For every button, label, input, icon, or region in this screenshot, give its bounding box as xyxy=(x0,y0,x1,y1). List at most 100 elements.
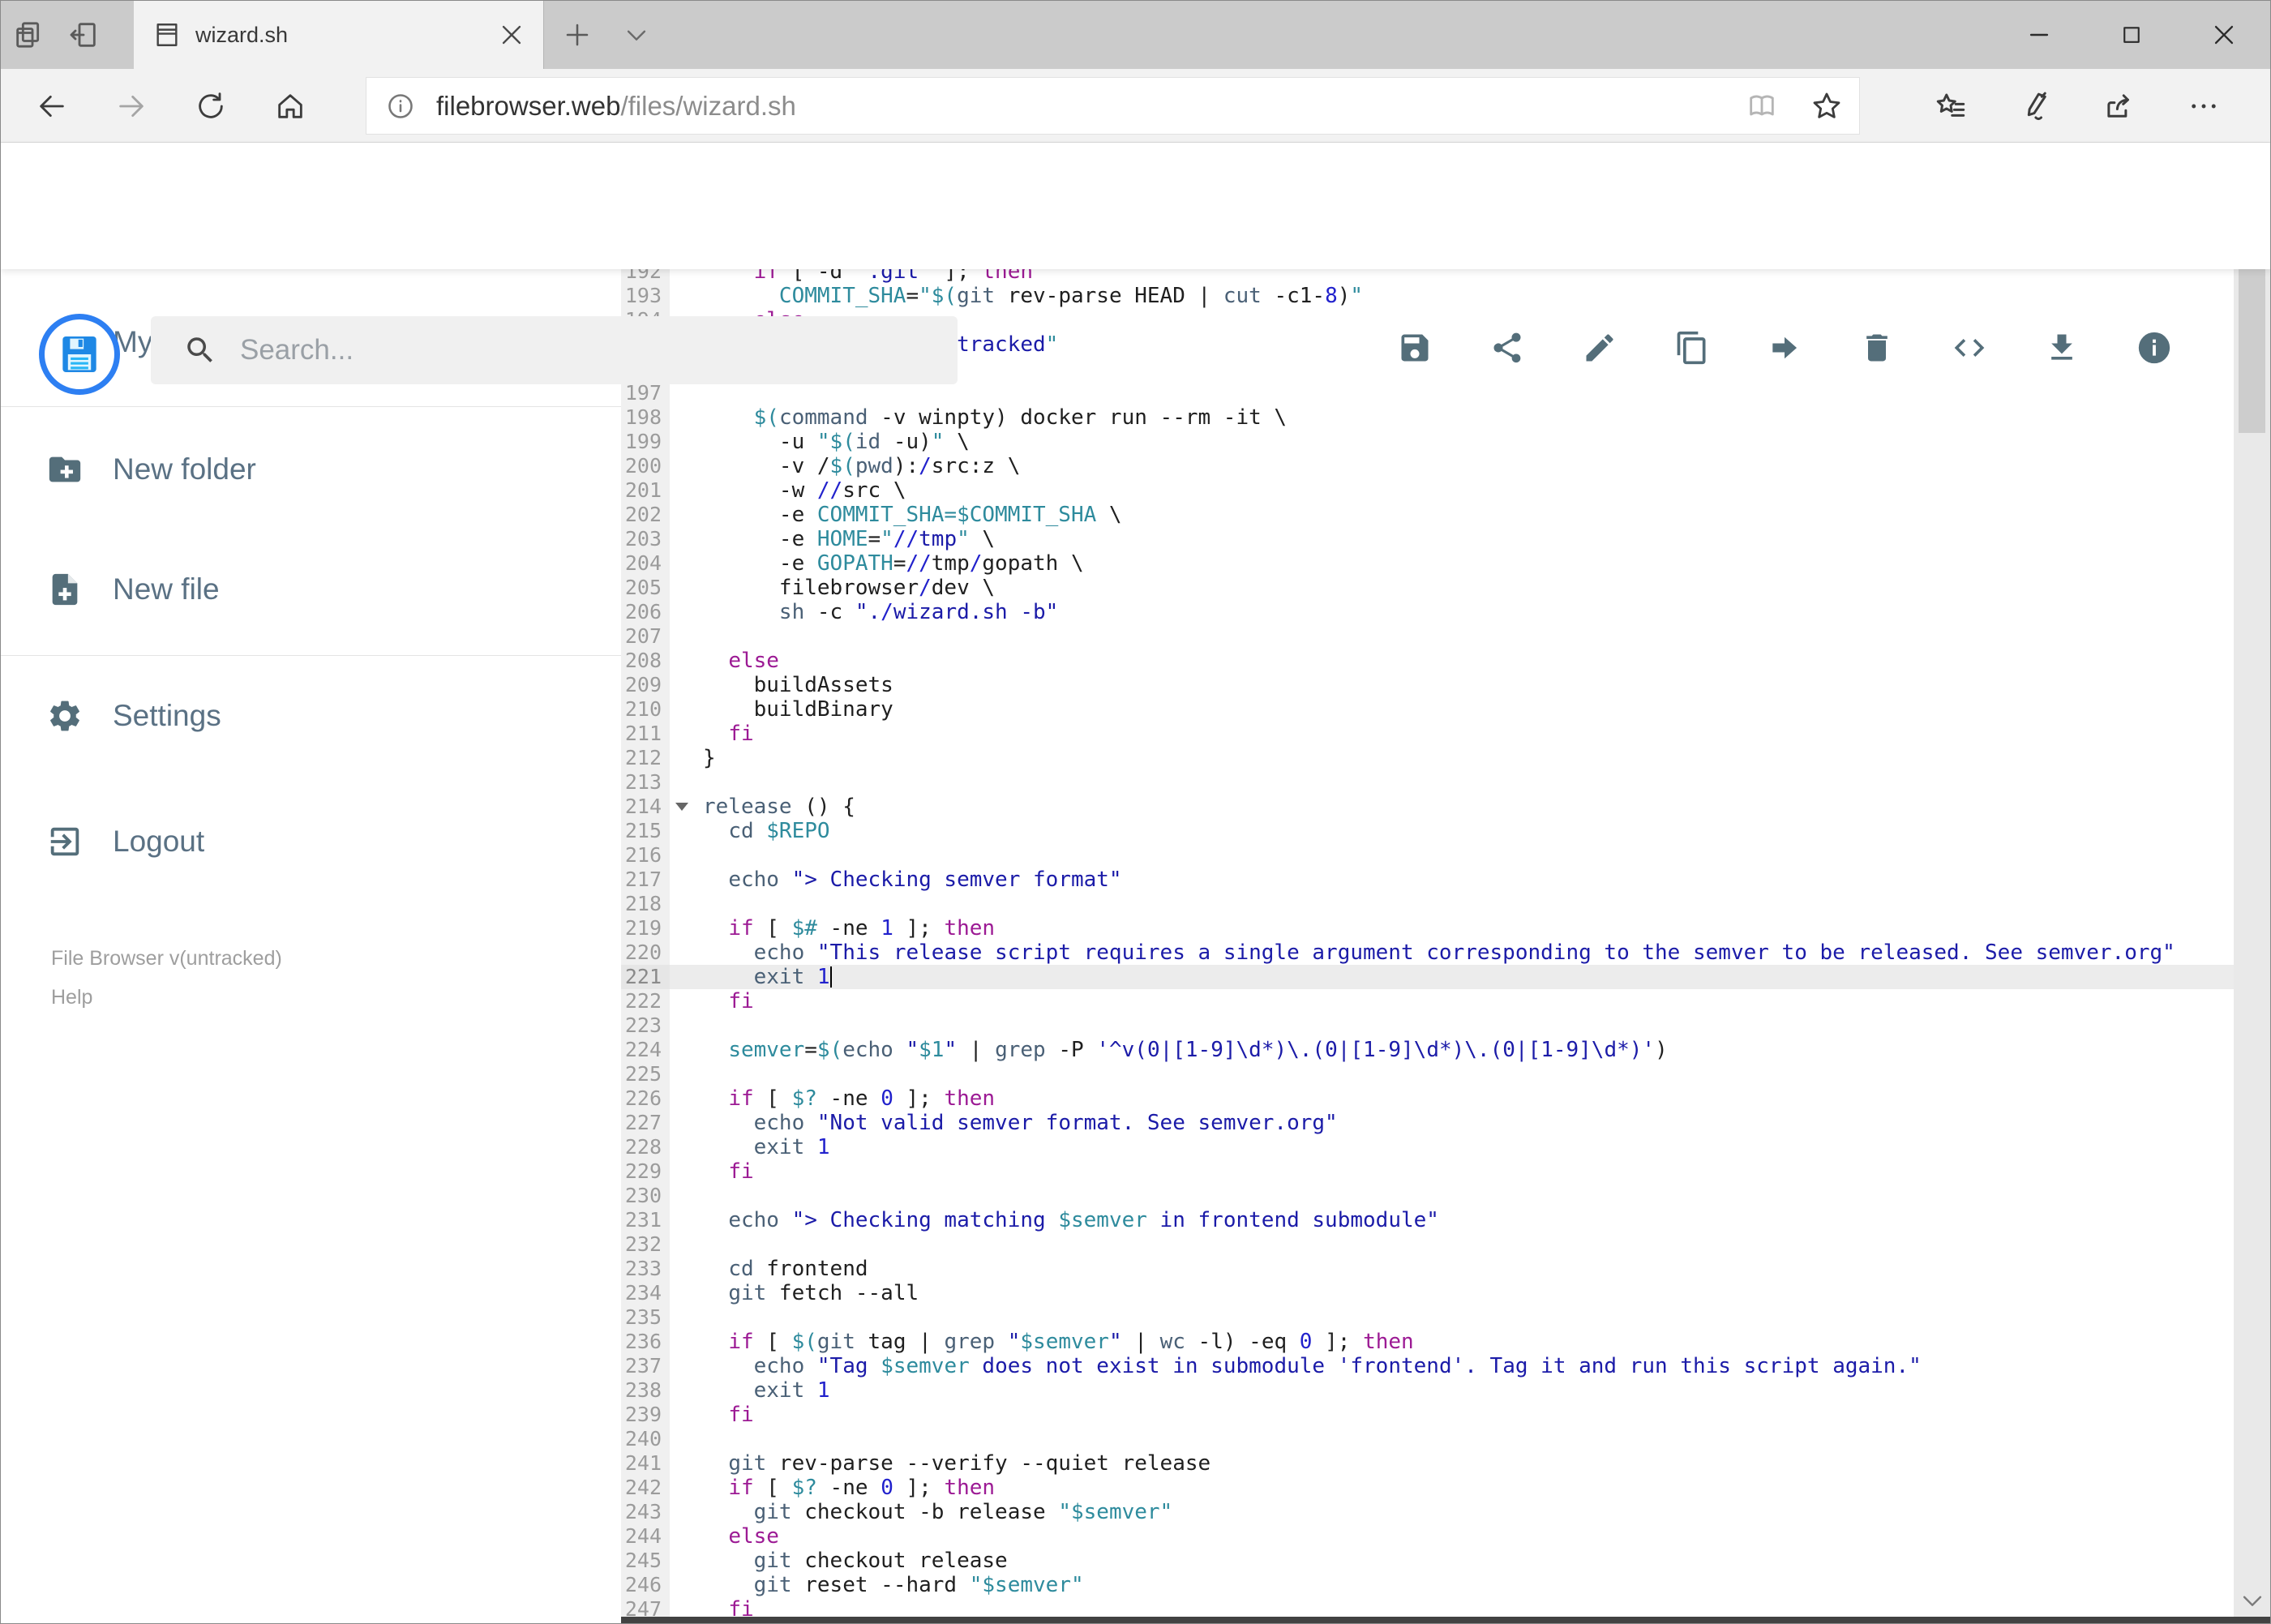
code-line-200[interactable]: 200 -v /$(pwd):/src:z \ xyxy=(621,454,2235,478)
code-line-247[interactable]: 247 fi xyxy=(621,1597,2235,1617)
code-line-233[interactable]: 233 cd frontend xyxy=(621,1257,2235,1281)
line-number: 204 xyxy=(621,551,670,576)
code-line-208[interactable]: 208 else xyxy=(621,649,2235,673)
code-line-210[interactable]: 210 buildBinary xyxy=(621,697,2235,722)
code-line-243[interactable]: 243 git checkout -b release "$semver" xyxy=(621,1500,2235,1524)
line-number: 216 xyxy=(621,843,670,868)
share-button[interactable] xyxy=(1461,285,1553,411)
code-line-234[interactable]: 234 git fetch --all xyxy=(621,1281,2235,1305)
code-line-230[interactable]: 230 xyxy=(621,1184,2235,1208)
line-content: echo "> Checking semver format" xyxy=(728,868,1122,892)
filebrowser-logo[interactable] xyxy=(39,314,120,395)
code-line-226[interactable]: 226 if [ $? -ne 0 ]; then xyxy=(621,1086,2235,1111)
code-line-202[interactable]: 202 -e COMMIT_SHA=$COMMIT_SHA \ xyxy=(621,503,2235,527)
code-line-217[interactable]: 217 echo "> Checking semver format" xyxy=(621,868,2235,892)
code-line-216[interactable]: 216 xyxy=(621,843,2235,868)
code-line-228[interactable]: 228 exit 1 xyxy=(621,1135,2235,1159)
sidebar-item-logout[interactable]: Logout xyxy=(46,804,204,879)
address-bar[interactable]: filebrowser.web/files/wizard.sh xyxy=(366,77,1860,135)
favorite-star-icon[interactable] xyxy=(1794,90,1859,122)
code-line-199[interactable]: 199 -u "$(id -u)" \ xyxy=(621,430,2235,454)
code-line-223[interactable]: 223 xyxy=(621,1013,2235,1038)
new-tab-button[interactable] xyxy=(549,1,606,69)
page-scrollbar[interactable] xyxy=(2234,143,2270,1623)
site-info-icon[interactable] xyxy=(386,92,415,121)
code-line-201[interactable]: 201 -w //src \ xyxy=(621,478,2235,503)
code-line-204[interactable]: 204 -e GOPATH=//tmp/gopath \ xyxy=(621,551,2235,576)
download-button[interactable] xyxy=(2016,285,2108,411)
code-line-220[interactable]: 220 echo "This release script requires a… xyxy=(621,941,2235,965)
code-line-222[interactable]: 222 fi xyxy=(621,989,2235,1013)
maximize-button[interactable] xyxy=(2085,1,2178,69)
line-content: if [ $? -ne 0 ]; then xyxy=(728,1086,996,1111)
code-line-227[interactable]: 227 echo "Not valid semver format. See s… xyxy=(621,1111,2235,1135)
code-line-246[interactable]: 246 git reset --hard "$semver" xyxy=(621,1573,2235,1597)
code-line-221[interactable]: 221 exit 1 xyxy=(621,965,2235,989)
code-line-229[interactable]: 229 fi xyxy=(621,1159,2235,1184)
line-number: 226 xyxy=(621,1086,670,1111)
search-input[interactable]: Search... xyxy=(151,316,958,384)
reading-view-icon[interactable] xyxy=(1729,90,1794,122)
sidebar-item-new-file[interactable]: New file xyxy=(46,552,220,627)
tabs-aside-icon[interactable] xyxy=(56,1,111,69)
tab-preview-icon[interactable] xyxy=(1,1,56,69)
code-line-206[interactable]: 206 sh -c "./wizard.sh -b" xyxy=(621,600,2235,624)
code-line-203[interactable]: 203 -e HOME="//tmp" \ xyxy=(621,527,2235,551)
forward-button[interactable] xyxy=(92,69,171,143)
copy-button[interactable] xyxy=(1646,285,1738,411)
code-line-235[interactable]: 235 xyxy=(621,1305,2235,1330)
code-line-237[interactable]: 237 echo "Tag $semver does not exist in … xyxy=(621,1354,2235,1378)
code-line-231[interactable]: 231 echo "> Checking matching $semver in… xyxy=(621,1208,2235,1232)
code-line-212[interactable]: 212} xyxy=(621,746,2235,770)
code-line-225[interactable]: 225 xyxy=(621,1062,2235,1086)
info-button[interactable] xyxy=(2108,285,2200,411)
code-line-205[interactable]: 205 filebrowser/dev \ xyxy=(621,576,2235,600)
favorites-hub-icon[interactable] xyxy=(1909,69,1993,143)
code-line-207[interactable]: 207 xyxy=(621,624,2235,649)
back-button[interactable] xyxy=(12,69,92,143)
tab-list-chevron-icon[interactable] xyxy=(607,1,666,69)
code-line-213[interactable]: 213 xyxy=(621,770,2235,795)
code-line-236[interactable]: 236 if [ $(git tag | grep "$semver" | wc… xyxy=(621,1330,2235,1354)
close-tab-icon[interactable] xyxy=(498,21,525,49)
more-icon[interactable] xyxy=(2162,69,2246,143)
code-line-192[interactable]: 192 if [ -d ".git" ]; then xyxy=(621,269,2235,284)
code-line-214[interactable]: 214 release () { xyxy=(621,795,2235,819)
code-button[interactable] xyxy=(1923,285,2016,411)
code-editor[interactable]: 192 if [ -d ".git" ]; then 193 COMMIT_SHA… xyxy=(621,269,2235,1617)
editor-horizontal-scrollbar[interactable] xyxy=(621,1617,2270,1623)
move-button[interactable] xyxy=(1738,285,1831,411)
line-number: 221 xyxy=(621,965,670,989)
code-line-224[interactable]: 224 semver=$(echo "$1" | grep -P '^v(0|[… xyxy=(621,1038,2235,1062)
code-line-211[interactable]: 211 fi xyxy=(621,722,2235,746)
app-version-text: File Browser v(untracked) xyxy=(51,947,282,970)
home-button[interactable] xyxy=(251,69,330,143)
code-line-242[interactable]: 242 if [ $? -ne 0 ]; then xyxy=(621,1476,2235,1500)
sidebar-item-settings[interactable]: Settings xyxy=(46,679,221,753)
fold-arrow-icon[interactable] xyxy=(675,803,688,811)
code-line-219[interactable]: 219 if [ $# -ne 1 ]; then xyxy=(621,916,2235,941)
close-window-button[interactable] xyxy=(2178,1,2270,69)
code-line-209[interactable]: 209 buildAssets xyxy=(621,673,2235,697)
scroll-down-icon[interactable] xyxy=(2234,1582,2270,1618)
code-line-244[interactable]: 244 else xyxy=(621,1524,2235,1549)
code-line-238[interactable]: 238 exit 1 xyxy=(621,1378,2235,1403)
browser-tab[interactable]: wizard.sh xyxy=(134,1,544,69)
code-line-240[interactable]: 240 xyxy=(621,1427,2235,1451)
sidebar-item-new-folder[interactable]: New folder xyxy=(46,432,256,507)
save-button[interactable] xyxy=(1369,285,1461,411)
share-page-icon[interactable] xyxy=(2077,69,2162,143)
code-line-215[interactable]: 215 cd $REPO xyxy=(621,819,2235,843)
minimize-button[interactable] xyxy=(1993,1,2085,69)
code-line-245[interactable]: 245 git checkout release xyxy=(621,1549,2235,1573)
annotate-icon[interactable] xyxy=(1993,69,2077,143)
refresh-button[interactable] xyxy=(171,69,251,143)
code-line-241[interactable]: 241 git rev-parse --verify --quiet relea… xyxy=(621,1451,2235,1476)
code-line-232[interactable]: 232 xyxy=(621,1232,2235,1257)
edit-button[interactable] xyxy=(1553,285,1646,411)
code-line-218[interactable]: 218 xyxy=(621,892,2235,916)
line-content xyxy=(670,1184,2235,1208)
delete-button[interactable] xyxy=(1831,285,1923,411)
code-line-239[interactable]: 239 fi xyxy=(621,1403,2235,1427)
help-link[interactable]: Help xyxy=(51,986,92,1009)
